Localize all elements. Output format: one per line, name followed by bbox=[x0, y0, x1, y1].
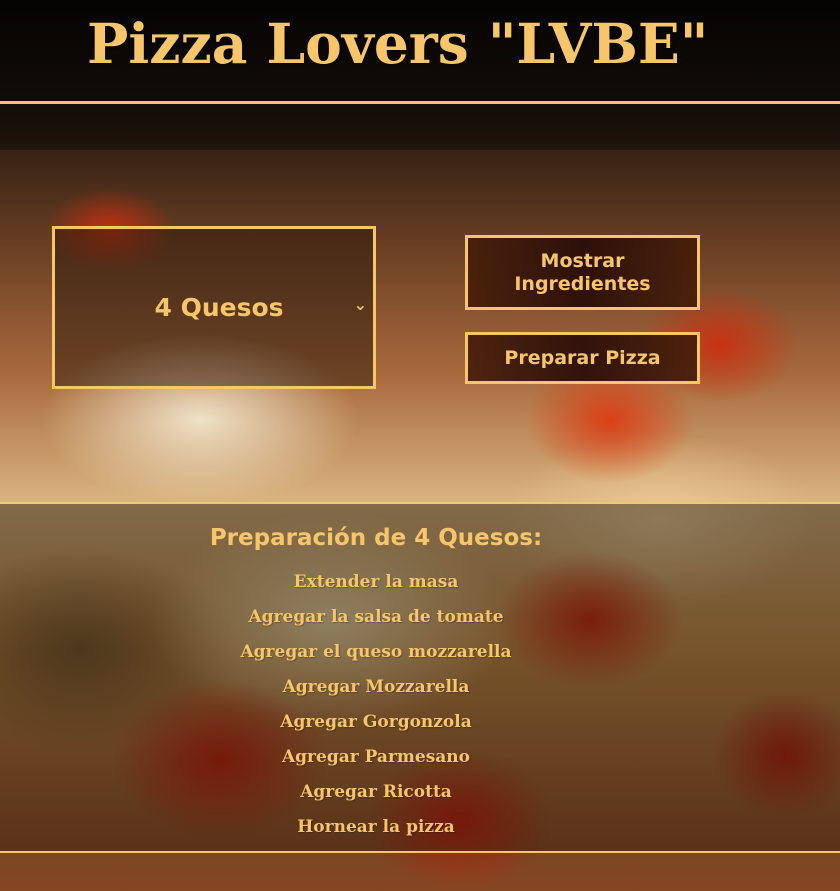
step-item: Agregar la salsa de tomate bbox=[248, 607, 504, 627]
bottom-overlay bbox=[0, 853, 840, 891]
section-divider-bottom bbox=[0, 851, 840, 853]
page-title: Pizza Lovers "LVBE" bbox=[87, 11, 709, 76]
chevron-down-icon: ⌄ bbox=[353, 295, 367, 314]
step-item: Hornear la pizza bbox=[297, 817, 455, 837]
step-item: Agregar Parmesano bbox=[281, 747, 470, 767]
pizza-select[interactable]: 4 Quesos ⌄ bbox=[52, 226, 376, 389]
section-divider-top bbox=[0, 502, 840, 504]
step-item: Agregar el queso mozzarella bbox=[240, 642, 512, 662]
step-item: Agregar Ricotta bbox=[300, 782, 452, 802]
step-item: Agregar Mozzarella bbox=[282, 677, 470, 697]
preparation-steps-list: Extender la masa Agregar la salsa de tom… bbox=[0, 570, 752, 850]
preparation-title: Preparación de 4 Quesos: bbox=[209, 525, 543, 551]
show-ingredients-button[interactable]: Mostrar Ingredientes bbox=[465, 235, 700, 310]
step-item: Extender la masa bbox=[293, 572, 459, 592]
header: Pizza Lovers "LVBE" bbox=[0, 0, 840, 104]
step-item: Agregar Gorgonzola bbox=[280, 712, 472, 732]
pizza-select-value: 4 Quesos bbox=[154, 293, 284, 322]
prepare-pizza-button[interactable]: Preparar Pizza bbox=[465, 332, 700, 384]
